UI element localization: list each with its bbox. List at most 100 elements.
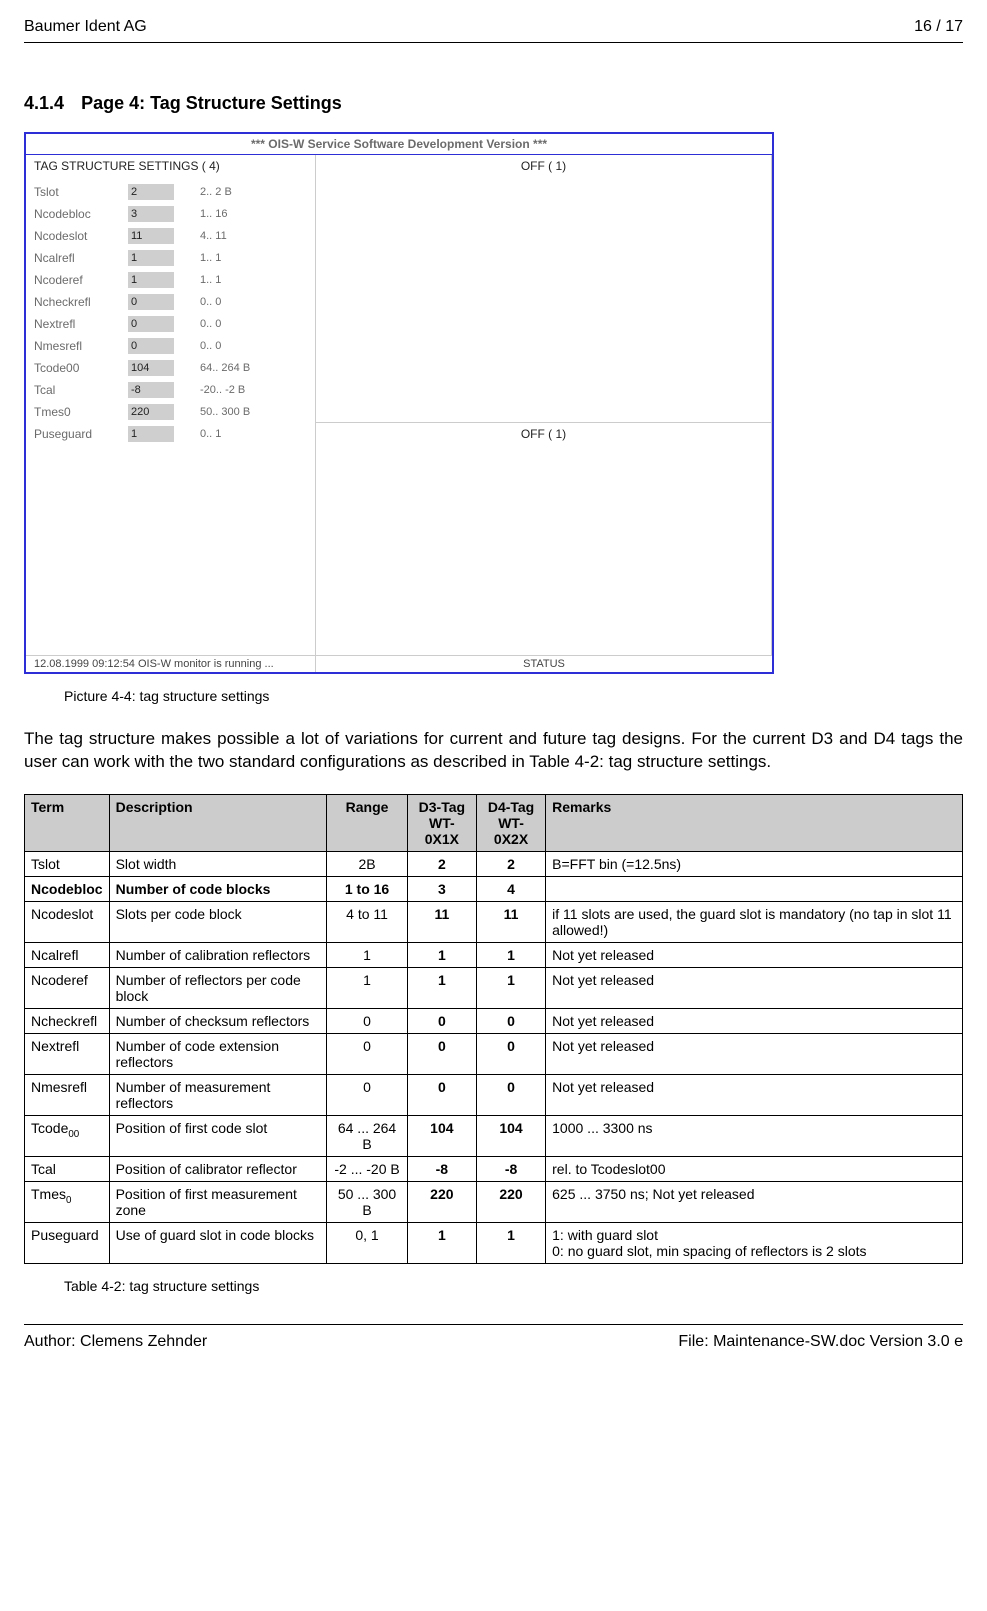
cell-d4: 2 [476, 851, 545, 876]
setting-row: Nmesrefl 0 0.. 0 [34, 335, 307, 357]
setting-row: Tslot22.. 2 B [34, 181, 307, 203]
cell-remarks: 1: with guard slot0: no guard slot, min … [546, 1222, 963, 1263]
setting-label: Ncoderef [34, 273, 120, 287]
cell-d3: 0 [407, 1074, 476, 1115]
setting-label: Tcode00 [34, 361, 120, 375]
cell-range: 2B [327, 851, 407, 876]
cell-desc: Number of code extension reflectors [109, 1033, 327, 1074]
th-d4: D4-TagWT-0X2X [476, 794, 545, 851]
table-row: NcheckreflNumber of checksum reflectors0… [25, 1008, 963, 1033]
setting-label: Tmes0 [34, 405, 120, 419]
setting-range: 50.. 300 B [200, 406, 250, 418]
setting-row: Ncodebloc31.. 16 [34, 203, 307, 225]
cell-range: 0, 1 [327, 1222, 407, 1263]
cell-desc: Slot width [109, 851, 327, 876]
th-term: Term [25, 794, 110, 851]
cell-term: Ncheckrefl [25, 1008, 110, 1033]
cell-range: 4 to 11 [327, 901, 407, 942]
cell-d3: 1 [407, 967, 476, 1008]
cell-desc: Position of first measurement zone [109, 1181, 327, 1222]
page-footer: Author: Clemens Zehnder File: Maintenanc… [24, 1324, 963, 1351]
table-row: TslotSlot width2B22B=FFT bin (=12.5ns) [25, 851, 963, 876]
setting-label: Puseguard [34, 427, 120, 441]
panel-title-tagstruct: TAG STRUCTURE SETTINGS ( 4) [26, 155, 315, 177]
cell-remarks: B=FFT bin (=12.5ns) [546, 851, 963, 876]
cell-range: 64 ... 264 B [327, 1115, 407, 1156]
th-range: Range [327, 794, 407, 851]
cell-d4: 0 [476, 1033, 545, 1074]
cell-term: Ncodeslot [25, 901, 110, 942]
cell-range: 1 [327, 967, 407, 1008]
setting-range: 2.. 2 B [200, 186, 232, 198]
setting-value-input[interactable]: 220 [128, 404, 174, 420]
setting-value-input[interactable]: -8 [128, 382, 174, 398]
setting-range: 1.. 1 [200, 274, 221, 286]
cell-range: 0 [327, 1074, 407, 1115]
cell-d4: 1 [476, 967, 545, 1008]
setting-row: Tcode0010464.. 264 B [34, 357, 307, 379]
setting-value-input[interactable]: 1 [128, 426, 174, 442]
cell-remarks: if 11 slots are used, the guard slot is … [546, 901, 963, 942]
cell-d3: 1 [407, 942, 476, 967]
setting-value-input[interactable]: 2 [128, 184, 174, 200]
cell-range: 0 [327, 1008, 407, 1033]
cell-remarks: rel. to Tcodeslot00 [546, 1156, 963, 1181]
cell-term: Ncalrefl [25, 942, 110, 967]
status-label: STATUS [316, 656, 772, 672]
table-row: TcalPosition of calibrator reflector-2 .… [25, 1156, 963, 1181]
cell-desc: Number of code blocks [109, 876, 327, 901]
setting-range: 1.. 1 [200, 252, 221, 264]
setting-range: 0.. 0 [200, 296, 221, 308]
cell-term: Puseguard [25, 1222, 110, 1263]
cell-term: Nmesrefl [25, 1074, 110, 1115]
setting-range: 0.. 0 [200, 318, 221, 330]
cell-desc: Number of checksum reflectors [109, 1008, 327, 1033]
setting-value-input[interactable]: 0 [128, 338, 174, 354]
cell-d4: 4 [476, 876, 545, 901]
cell-remarks: Not yet released [546, 1008, 963, 1033]
setting-row: Nextrefl00.. 0 [34, 313, 307, 335]
setting-row: Tmes0 220 50.. 300 B [34, 401, 307, 423]
setting-value-input[interactable]: 104 [128, 360, 174, 376]
cell-d4: 1 [476, 942, 545, 967]
cell-d4: 0 [476, 1074, 545, 1115]
table-row: NcodeblocNumber of code blocks1 to 1634 [25, 876, 963, 901]
cell-range: -2 ... -20 B [327, 1156, 407, 1181]
cell-range: 0 [327, 1033, 407, 1074]
table-row: NcoderefNumber of reflectors per code bl… [25, 967, 963, 1008]
th-desc: Description [109, 794, 327, 851]
footer-left: Author: Clemens Zehnder [24, 1333, 207, 1351]
status-stamp: 12.08.1999 09:12:54 OIS-W monitor is run… [26, 656, 316, 672]
setting-row: Tcal-8-20.. -2 B [34, 379, 307, 401]
setting-value-input[interactable]: 1 [128, 272, 174, 288]
setting-value-input[interactable]: 0 [128, 316, 174, 332]
cell-desc: Slots per code block [109, 901, 327, 942]
cell-remarks [546, 876, 963, 901]
cell-d3: 220 [407, 1181, 476, 1222]
setting-value-input[interactable]: 3 [128, 206, 174, 222]
cell-term: Ncodebloc [25, 876, 110, 901]
cell-d4: 0 [476, 1008, 545, 1033]
cell-d3: 2 [407, 851, 476, 876]
cell-desc: Number of reflectors per code block [109, 967, 327, 1008]
setting-value-input[interactable]: 0 [128, 294, 174, 310]
app-screenshot: *** OIS-W Service Software Development V… [24, 132, 774, 674]
setting-value-input[interactable]: 11 [128, 228, 174, 244]
cell-desc: Position of first code slot [109, 1115, 327, 1156]
section-number: 4.1.4 [24, 93, 64, 113]
footer-right: File: Maintenance-SW.doc Version 3.0 e [678, 1333, 963, 1351]
cell-remarks: Not yet released [546, 967, 963, 1008]
cell-term: Nextrefl [25, 1033, 110, 1074]
cell-d3: 3 [407, 876, 476, 901]
setting-row: Ncoderef 1 1.. 1 [34, 269, 307, 291]
cell-desc: Position of calibrator reflector [109, 1156, 327, 1181]
setting-range: 0.. 0 [200, 340, 221, 352]
section-title: Page 4: Tag Structure Settings [81, 93, 342, 113]
cell-d4: 104 [476, 1115, 545, 1156]
setting-label: Nmesrefl [34, 339, 120, 353]
setting-value-input[interactable]: 1 [128, 250, 174, 266]
table-row: Tcode00Position of first code slot64 ...… [25, 1115, 963, 1156]
panel-off-top: OFF ( 1) [316, 155, 771, 177]
cell-desc: Number of calibration reflectors [109, 942, 327, 967]
th-rem: Remarks [546, 794, 963, 851]
